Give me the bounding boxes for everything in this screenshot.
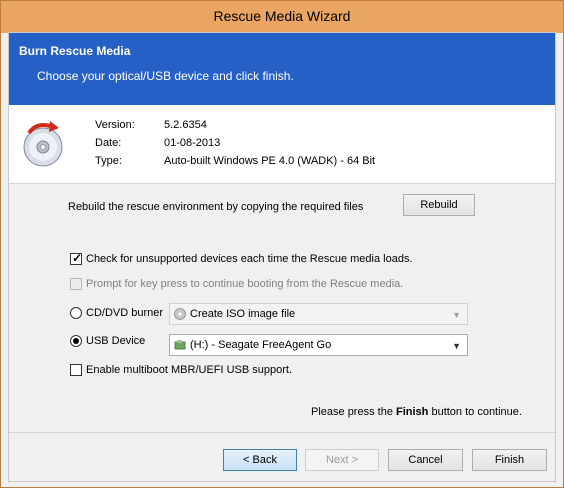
wizard-client-area: Burn Rescue Media Choose your optical/US… [8,32,556,482]
multiboot-checkbox[interactable] [70,364,82,376]
finish-instruction-pre: Please press the [311,406,393,418]
usb-device-radio[interactable] [70,335,82,347]
next-button[interactable]: Next > [305,449,379,471]
cd-dvd-select: Create ISO image file ▼ [169,303,468,325]
check-unsupported-label: Check for unsupported devices each time … [86,253,413,265]
finish-instruction: Please press the Finish button to contin… [311,406,522,418]
wizard-window: Rescue Media Wizard Burn Rescue Media Ch… [0,0,564,488]
disc-icon [23,121,63,167]
version-value: 5.2.6354 [164,119,207,131]
rebuild-description: Rebuild the rescue environment by copyin… [68,201,364,213]
date-value: 01-08-2013 [164,137,221,149]
cd-dvd-radio[interactable] [70,307,82,319]
finish-instruction-post: button to continue. [431,406,522,418]
cd-drive-icon [174,308,186,320]
cd-dvd-label: CD/DVD burner [86,307,164,319]
title-bar[interactable]: Rescue Media Wizard [1,1,563,33]
prompt-key-checkbox [70,278,82,290]
chevron-down-icon: ▼ [452,310,461,320]
usb-device-select[interactable]: (H:) - Seagate FreeAgent Go ▼ [169,334,468,356]
finish-button[interactable]: Finish [472,449,547,471]
chevron-down-icon: ▼ [452,341,461,351]
usb-device-select-value: (H:) - Seagate FreeAgent Go [190,339,332,351]
check-unsupported-checkbox[interactable]: ✓ [70,251,82,265]
type-label: Type: [95,155,122,167]
cancel-button[interactable]: Cancel [388,449,463,471]
multiboot-label: Enable multiboot MBR/UEFI USB support. [86,364,293,376]
type-value: Auto-built Windows PE 4.0 (WADK) - 64 Bi… [164,155,376,167]
window-title: Rescue Media Wizard [213,8,351,24]
usb-device-label: USB Device [86,335,146,347]
banner-subheading: Choose your optical/USB device and click… [37,69,294,83]
usb-drive-icon [174,340,186,350]
rebuild-button[interactable]: Rebuild [403,194,475,216]
back-button[interactable]: < Back [223,449,297,471]
prompt-key-label: Prompt for key press to continue booting… [86,278,404,290]
footer-divider [9,432,555,433]
header-banner: Burn Rescue Media Choose your optical/US… [9,33,555,105]
cd-dvd-select-value: Create ISO image file [190,308,296,320]
date-label: Date: [95,137,122,149]
version-label: Version: [95,119,135,131]
finish-instruction-bold: Finish [396,406,429,418]
media-info-panel: Version: 5.2.6354 Date: 01-08-2013 Type:… [9,105,555,184]
banner-heading: Burn Rescue Media [19,44,131,58]
